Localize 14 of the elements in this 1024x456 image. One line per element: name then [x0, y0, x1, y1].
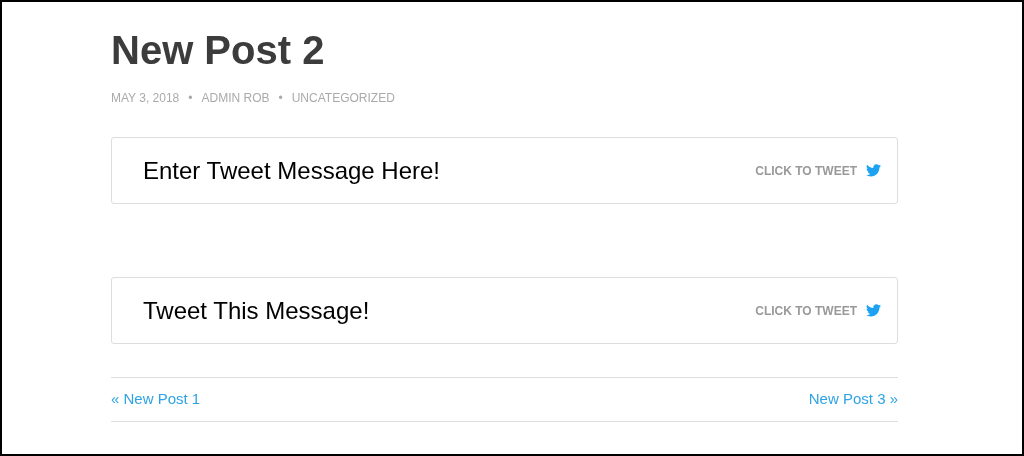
previous-post-link[interactable]: « New Post 1	[111, 388, 201, 411]
next-post-link[interactable]: New Post 3 »	[808, 388, 898, 411]
tweet-message: Enter Tweet Message Here!	[143, 155, 441, 186]
click-to-tweet-link[interactable]: CLICK TO TWEET	[755, 301, 881, 320]
twitter-bird-icon	[866, 164, 881, 177]
post-meta: MAY 3, 2018	[111, 90, 180, 107]
twitter-bird-icon	[866, 304, 881, 317]
meta-separator: •	[188, 90, 193, 107]
click-to-tweet-link[interactable]: CLICK TO TWEET	[755, 161, 881, 180]
tweet-message: Tweet This Message!	[143, 295, 370, 326]
post-meta: ADMIN ROB	[201, 90, 270, 107]
meta-separator: •	[278, 90, 283, 107]
post-title: New Post 2	[111, 27, 326, 74]
post-meta: UNCATEGORIZED	[291, 90, 395, 107]
